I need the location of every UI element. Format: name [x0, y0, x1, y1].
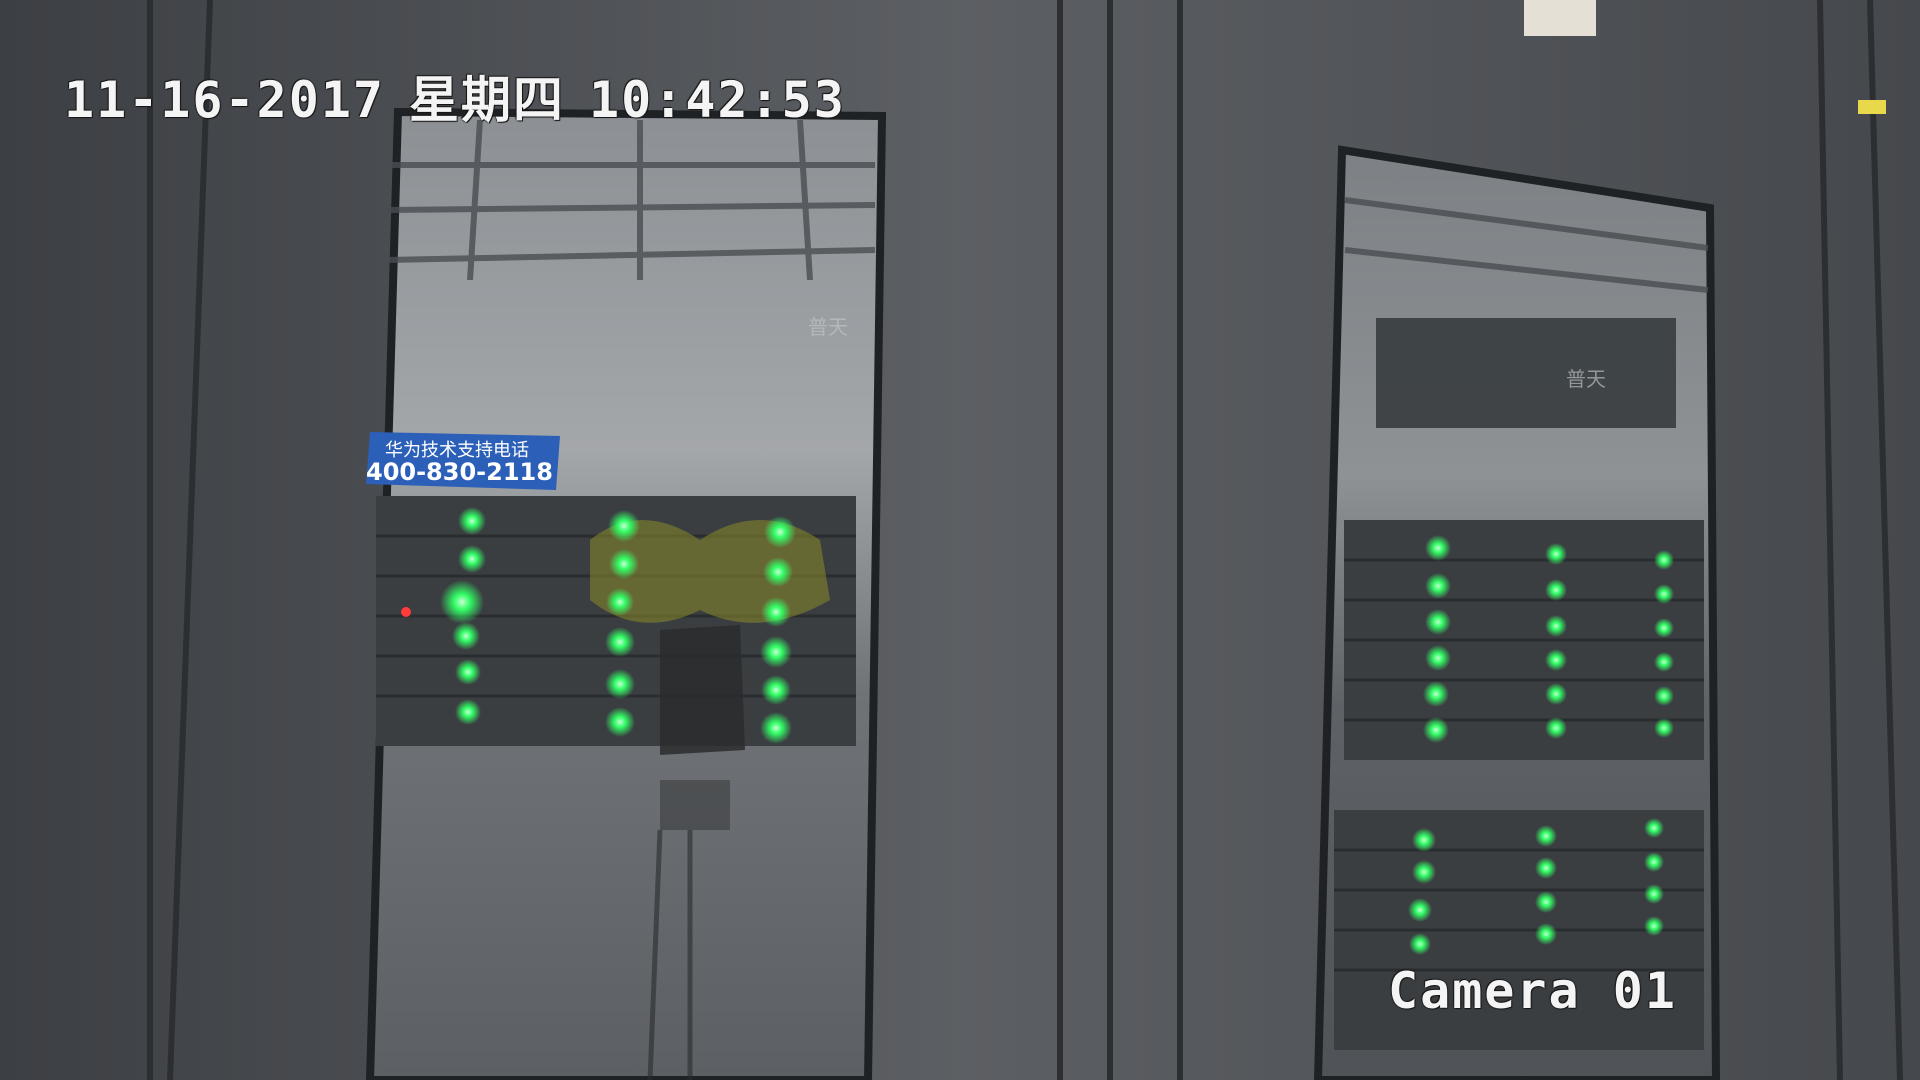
status-led	[605, 669, 635, 699]
status-led	[1545, 579, 1567, 601]
status-led	[455, 659, 481, 685]
status-led	[764, 516, 796, 548]
reflection-logo-right: 普天	[1566, 367, 1606, 391]
asset-sticker	[1524, 0, 1596, 36]
status-led	[455, 699, 481, 725]
status-led	[605, 627, 635, 657]
status-led	[605, 707, 635, 737]
status-led	[1644, 884, 1664, 904]
reflection-logo-left: 普天	[808, 315, 848, 339]
status-led	[760, 636, 792, 668]
status-led	[1545, 615, 1567, 637]
warning-sticker	[1858, 100, 1886, 114]
status-led	[761, 597, 791, 627]
status-led	[1654, 652, 1674, 672]
date-text: 11-16-2017	[64, 71, 386, 129]
support-sign: 华为技术支持电话 400-830-2118	[366, 432, 560, 490]
weekday-text: 星期四	[409, 71, 566, 129]
status-led	[1425, 573, 1451, 599]
status-led	[1644, 852, 1664, 872]
status-led	[1545, 649, 1567, 671]
status-led	[1654, 718, 1674, 738]
right-door-window: 普天	[1313, 145, 1721, 1080]
status-led	[1408, 898, 1432, 922]
status-led	[1412, 828, 1436, 852]
status-led	[452, 622, 480, 650]
status-led	[1535, 923, 1557, 945]
status-led	[1644, 818, 1664, 838]
status-led	[1545, 683, 1567, 705]
status-led	[1423, 717, 1449, 743]
status-led	[1423, 681, 1449, 707]
cctv-camera-frame: 华为技术支持电话 400-830-2118 普天 普天	[0, 0, 1920, 1080]
status-led	[763, 557, 793, 587]
status-led	[458, 545, 486, 573]
status-led	[1535, 825, 1557, 847]
status-led	[458, 507, 486, 535]
status-led	[761, 675, 791, 705]
status-led	[440, 580, 484, 624]
status-led	[608, 510, 640, 542]
status-led	[1535, 891, 1557, 913]
status-led	[760, 712, 792, 744]
support-sign-line-2: 400-830-2118	[366, 458, 553, 486]
power-led	[401, 607, 411, 617]
status-led	[1425, 609, 1451, 635]
status-led	[1654, 618, 1674, 638]
status-led	[1412, 860, 1436, 884]
status-led	[1654, 550, 1674, 570]
time-text: 10:42:53	[589, 71, 846, 129]
status-led	[1425, 535, 1451, 561]
camera-label: Camera 01	[1388, 962, 1677, 1020]
status-led	[1535, 857, 1557, 879]
status-led	[1409, 933, 1431, 955]
status-led	[1654, 584, 1674, 604]
status-led	[609, 549, 639, 579]
timestamp-overlay: 11-16-2017 星期四 10:42:53	[64, 60, 846, 132]
status-led	[606, 588, 634, 616]
status-led	[1545, 543, 1567, 565]
status-led	[1654, 686, 1674, 706]
status-led	[1545, 717, 1567, 739]
status-led	[1425, 645, 1451, 671]
status-led	[1644, 916, 1664, 936]
